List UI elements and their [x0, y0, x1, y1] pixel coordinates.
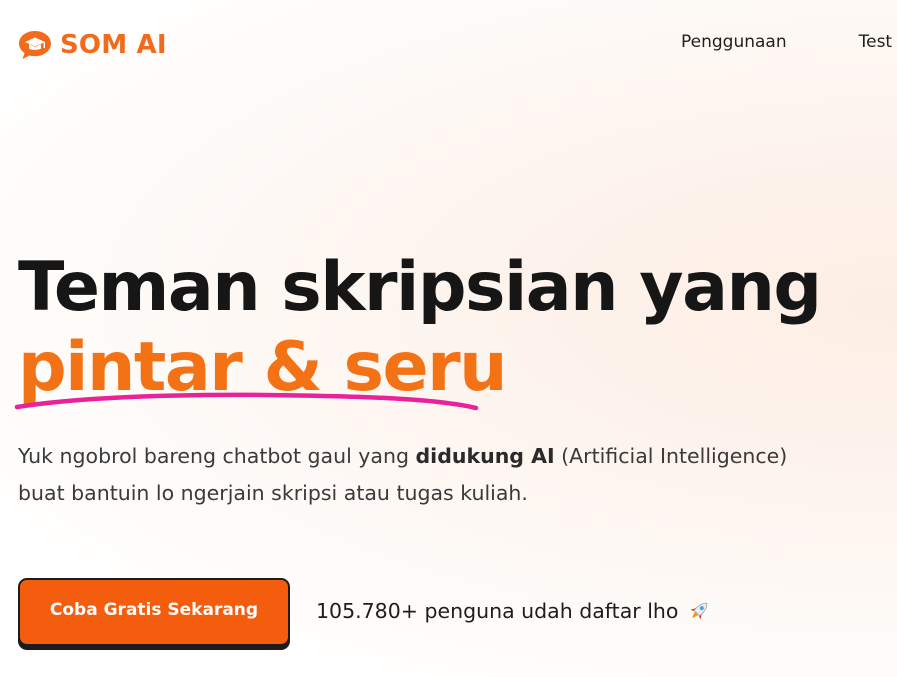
hero-subtitle-bold: didukung AI [415, 444, 555, 468]
hero-underline-decoration [14, 392, 479, 411]
hero-title-line1: Teman skripsian yang [18, 248, 822, 327]
rocket-icon [690, 602, 708, 620]
user-count-text: 105.780+ penguna udah daftar lho [316, 599, 679, 623]
brand-name: SOM AI [60, 30, 167, 60]
hero-subtitle-part1: Yuk ngobrol bareng chatbot gaul yang [18, 444, 416, 468]
user-count: 105.780+ penguna udah daftar lho [316, 598, 712, 624]
hero-title: Teman skripsian yang pintar & seru [18, 248, 822, 408]
main-nav: Penggunaan Test [681, 32, 892, 52]
hero-subtitle: Yuk ngobrol bareng chatbot gaul yang did… [18, 438, 838, 512]
try-free-button-label: Coba Gratis Sekarang [49, 600, 259, 620]
nav-item-test[interactable]: Test [859, 32, 892, 52]
graduation-cap-chat-bubble-icon [19, 31, 51, 59]
try-free-button[interactable]: Coba Gratis Sekarang [18, 578, 290, 646]
nav-item-penggunaan[interactable]: Penggunaan [681, 32, 787, 52]
brand-logo[interactable]: SOM AI [18, 30, 167, 60]
